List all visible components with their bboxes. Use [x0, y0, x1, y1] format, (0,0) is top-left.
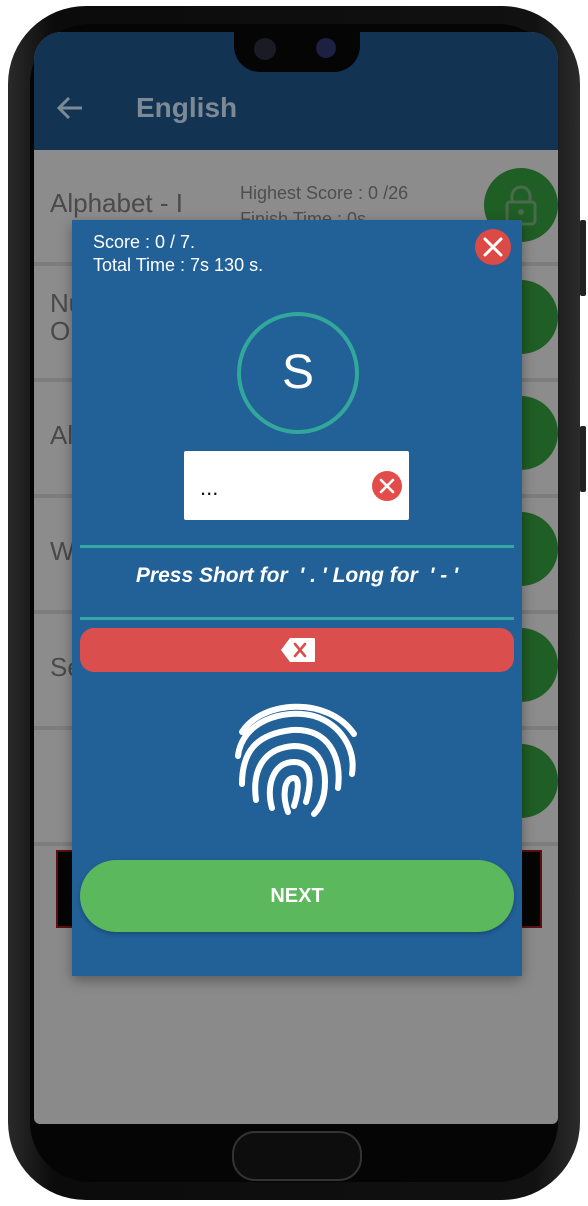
list-item-title: W	[50, 536, 75, 566]
sensor-icon	[254, 38, 276, 60]
target-letter: S	[281, 346, 314, 399]
morse-input-field[interactable]: ...	[184, 451, 409, 520]
score-info: Score : 0 / 7. Total Time : 7s 130 s.	[93, 231, 263, 277]
arrow-left-icon[interactable]	[56, 94, 84, 122]
divider-bottom	[80, 617, 514, 620]
camera-notch	[234, 30, 360, 72]
volume-button	[580, 220, 586, 296]
close-button[interactable]	[475, 229, 511, 265]
app-title: English	[136, 92, 238, 123]
total-time-label: Total Time : 7s 130 s.	[93, 255, 264, 275]
clear-input-button[interactable]	[372, 471, 402, 501]
camera-icon	[316, 38, 336, 58]
list-item-title: Alphabet - I	[50, 188, 183, 218]
home-button	[232, 1131, 362, 1181]
morse-input-value: ...	[200, 475, 219, 500]
score-label: Score : 0 / 7.	[93, 232, 196, 252]
clear-icon	[379, 478, 395, 494]
backspace-icon	[281, 638, 315, 662]
divider-top	[80, 545, 514, 548]
close-icon	[483, 237, 503, 257]
morse-practice-dialog: Score : 0 / 7. Total Time : 7s 130 s. S …	[72, 220, 522, 976]
backspace-button[interactable]	[80, 628, 514, 672]
highest-score-label: Highest Score : 0 /26	[240, 183, 409, 203]
list-item-title: Al	[50, 420, 74, 450]
power-button	[580, 426, 586, 492]
next-button[interactable]: NEXT	[80, 860, 514, 932]
instruction-text: Press Short for ' . ' Long for ' - '	[135, 564, 459, 587]
letter-circle: S	[237, 312, 359, 434]
fingerprint-icon[interactable]	[232, 692, 362, 818]
